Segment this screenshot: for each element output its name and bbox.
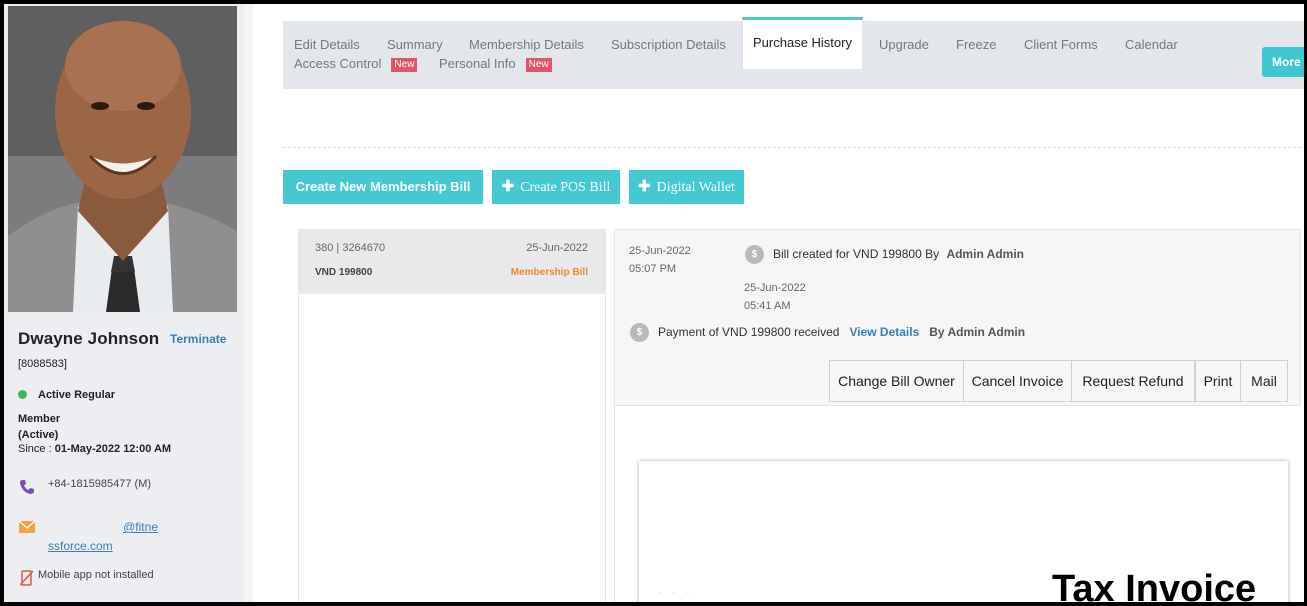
dollar-coin-icon: $ xyxy=(630,323,649,342)
bill-created-text: Bill created for VND 199800 By Admin Adm… xyxy=(773,247,1024,261)
app-status: Mobile app not installed xyxy=(38,569,154,581)
tab-client-forms[interactable]: Client Forms xyxy=(1024,37,1098,52)
payment-text: Payment of VND 199800 received View Detai… xyxy=(658,325,1025,339)
mobile-app-disabled-icon xyxy=(19,570,34,591)
email-line2: ssforce.com xyxy=(48,539,113,553)
created-date: 25-Jun-2022 xyxy=(629,245,691,257)
tab-personal-info[interactable]: Personal Info New xyxy=(439,56,552,72)
member-id: [8088583] xyxy=(18,358,67,370)
email-line1: @fitne xyxy=(123,520,158,534)
mail-icon xyxy=(18,520,36,539)
phone-number: +84-1815985477 (M) xyxy=(48,478,152,490)
cancel-invoice-button[interactable]: Cancel Invoice xyxy=(963,360,1072,402)
bill-list: 380 | 3264670 25-Jun-2022 VND 199800 Mem… xyxy=(298,229,606,606)
view-details-link[interactable]: View Details xyxy=(849,325,919,339)
since-label: Since : xyxy=(18,443,52,455)
create-pos-bill-button[interactable]: ✚ Create POS Bill xyxy=(492,170,620,204)
sidebar-gutter xyxy=(244,4,253,604)
new-badge: New xyxy=(525,58,552,72)
member-since: Since : 01-May-2022 12:00 AM xyxy=(18,443,171,455)
bill-created-by: Admin Admin xyxy=(946,247,1024,261)
payment-label: Payment of VND 199800 received xyxy=(658,325,840,339)
member-status: Active Regular xyxy=(38,389,116,401)
tab-edit-details[interactable]: Edit Details xyxy=(294,37,360,52)
digital-wallet-label: Digital Wallet xyxy=(656,180,735,195)
tab-subscription-details[interactable]: Subscription Details xyxy=(611,37,726,52)
tab-calendar[interactable]: Calendar xyxy=(1125,37,1178,52)
member-photo xyxy=(8,6,237,312)
phone-icon xyxy=(18,478,36,501)
payment-time: 05:41 AM xyxy=(744,300,791,312)
created-datetime: 25-Jun-2022 05:07 PM xyxy=(629,242,691,278)
tab-purchase-history[interactable]: Purchase History xyxy=(742,17,863,69)
new-badge: New xyxy=(391,58,418,72)
since-value: 01-May-2022 12:00 AM xyxy=(54,443,172,455)
bill-list-item[interactable]: 380 | 3264670 25-Jun-2022 VND 199800 Mem… xyxy=(299,230,605,294)
payment-date: 25-Jun-2022 xyxy=(744,282,806,294)
change-bill-owner-button[interactable]: Change Bill Owner xyxy=(829,360,964,402)
tab-access-control-label: Access Control xyxy=(294,56,382,71)
payment-by: By Admin Admin xyxy=(929,325,1026,339)
tab-freeze[interactable]: Freeze xyxy=(956,37,996,52)
member-type-state: (Active) xyxy=(18,429,59,441)
more-button[interactable]: More xyxy=(1262,47,1307,77)
created-time: 05:07 PM xyxy=(629,263,677,275)
invoice-logo-placeholder: · · · xyxy=(658,587,694,598)
email-link[interactable]: @fitne ssforce.com xyxy=(48,518,158,556)
tab-upgrade[interactable]: Upgrade xyxy=(879,37,929,52)
plus-icon: ✚ xyxy=(638,178,651,195)
tab-membership-details[interactable]: Membership Details xyxy=(469,37,584,52)
member-name: Dwayne Johnson xyxy=(18,329,160,348)
bill-number: 380 | 3264670 xyxy=(315,242,386,254)
tab-access-control[interactable]: Access Control New xyxy=(294,56,418,72)
status-dot-icon xyxy=(18,390,27,399)
member-type: Member (Active) xyxy=(18,411,60,443)
digital-wallet-button[interactable]: ✚ Digital Wallet xyxy=(629,170,744,204)
bill-date: 25-Jun-2022 xyxy=(526,242,588,254)
dollar-coin-icon: $ xyxy=(745,245,764,264)
plus-icon: ✚ xyxy=(501,178,515,195)
tab-personal-info-label: Personal Info xyxy=(439,56,516,71)
tab-summary[interactable]: Summary xyxy=(387,37,443,52)
invoice-title: Tax Invoice xyxy=(1052,568,1257,606)
print-button[interactable]: Print xyxy=(1195,360,1241,402)
create-membership-bill-button[interactable]: Create New Membership Bill xyxy=(283,170,483,204)
bill-created-label: Bill created for VND 199800 By xyxy=(773,247,940,261)
mail-button[interactable]: Mail xyxy=(1240,360,1288,402)
bill-amount: VND 199800 xyxy=(315,267,373,278)
payment-datetime: 25-Jun-2022 05:41 AM xyxy=(744,279,806,315)
member-type-label: Member xyxy=(18,413,61,425)
request-refund-button[interactable]: Request Refund xyxy=(1071,360,1195,402)
create-pos-bill-label: Create POS Bill xyxy=(520,180,611,195)
profile-sidebar: Dwayne Johnson Terminate [8088583] Activ… xyxy=(4,4,244,604)
member-photo-image xyxy=(8,6,237,312)
bill-type: Membership Bill xyxy=(510,267,588,278)
divider xyxy=(283,147,1301,148)
terminate-link[interactable]: Terminate xyxy=(170,332,226,346)
